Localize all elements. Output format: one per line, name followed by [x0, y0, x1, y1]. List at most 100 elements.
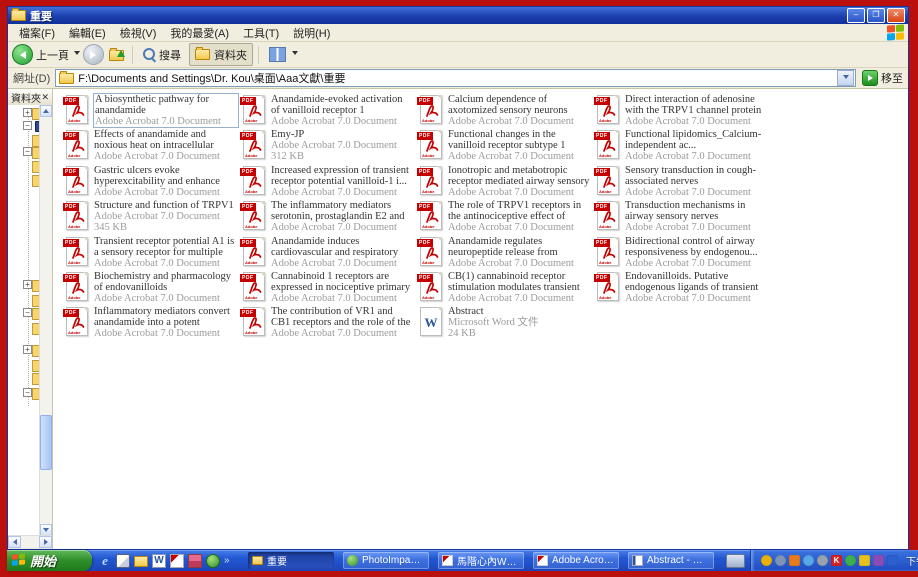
scroll-right-button[interactable] — [39, 536, 52, 548]
file-item[interactable]: PDFAdobeAnandamide regulates neuropeptid… — [417, 236, 593, 271]
file-item[interactable]: PDFAdobeGastric ulcers evoke hyperexcita… — [63, 165, 239, 200]
tree-row[interactable] — [8, 295, 40, 307]
tree-row[interactable]: − — [8, 147, 40, 159]
tree-expander-icon[interactable]: + — [23, 108, 32, 117]
file-item[interactable]: PDFAdobeThe role of TRPV1 receptors in t… — [417, 200, 593, 235]
up-button[interactable] — [107, 46, 127, 63]
taskbar-button[interactable]: 重要 — [248, 552, 334, 569]
search-button[interactable]: 搜尋 — [138, 44, 186, 65]
file-item[interactable]: PDFAdobeIncreased expression of transien… — [240, 165, 416, 200]
tree-row[interactable]: + — [8, 280, 40, 292]
file-item[interactable]: PDFAdobeFunctional changes in the vanill… — [417, 129, 593, 164]
menu-item-4[interactable]: 工具(T) — [236, 24, 286, 42]
tree-row[interactable]: − — [8, 308, 40, 320]
tray-icon[interactable] — [817, 555, 828, 566]
back-button[interactable] — [12, 44, 33, 65]
more-quicklaunch-icon[interactable]: » — [224, 554, 232, 568]
scroll-left-button[interactable] — [8, 536, 21, 548]
tree-row[interactable] — [8, 373, 40, 385]
menu-item-0[interactable]: 檔案(F) — [12, 24, 62, 42]
folders-button[interactable]: 資料夾 — [189, 43, 253, 66]
grid-quicklaunch-icon[interactable] — [188, 554, 202, 568]
close-button[interactable]: ✕ — [887, 8, 905, 23]
tree-row[interactable]: + — [8, 108, 40, 120]
folder-tree[interactable]: + − − + − + − — [8, 105, 40, 536]
file-item[interactable]: PDFAdobeEmy-JPAdobe Acrobat 7.0 Document… — [240, 129, 416, 164]
tree-horizontal-scrollbar[interactable] — [8, 535, 52, 549]
tray-icon[interactable] — [761, 555, 772, 566]
tree-expander-icon[interactable]: + — [23, 280, 32, 289]
tree-expander-icon[interactable]: − — [23, 121, 32, 130]
tray-icon[interactable] — [873, 555, 884, 566]
tree-row[interactable] — [8, 135, 40, 147]
tree-row[interactable]: − — [8, 121, 40, 133]
file-list-area[interactable]: PDFAdobeA biosynthetic pathway for anand… — [53, 89, 908, 549]
restore-button[interactable]: ❐ — [867, 8, 885, 23]
tree-expander-icon[interactable]: − — [23, 147, 32, 156]
taskbar-button[interactable]: Adobe Acroba... — [533, 552, 619, 569]
file-item[interactable]: PDFAdobeDirect interaction of adenosine … — [594, 94, 770, 129]
menu-item-1[interactable]: 編輯(E) — [62, 24, 113, 42]
tray-icon[interactable] — [887, 555, 898, 566]
menu-item-2[interactable]: 檢視(V) — [113, 24, 164, 42]
folders-panel-close-icon[interactable]: ✕ — [41, 92, 49, 103]
tree-vertical-scrollbar[interactable] — [39, 105, 52, 536]
address-input[interactable]: F:\Documents and Settings\Dr. Kou\桌面\Aaa… — [78, 70, 837, 86]
file-item[interactable]: PDFAdobeEffects of anandamide and noxiou… — [63, 129, 239, 164]
scroll-up-button[interactable] — [40, 105, 52, 117]
tray-icon[interactable] — [859, 555, 870, 566]
file-item[interactable]: PDFAdobeThe contribution of VR1 and CB1 … — [240, 306, 416, 341]
taskbar-button[interactable]: Abstract - Mic... — [628, 552, 714, 569]
tree-row[interactable] — [8, 360, 40, 372]
file-item[interactable]: PDFAdobeStructure and function of TRPV1A… — [63, 200, 239, 235]
tree-expander-icon[interactable]: + — [23, 345, 32, 354]
acrobat-quicklaunch-icon[interactable] — [170, 554, 184, 568]
title-bar[interactable]: 重要 – ❐ ✕ — [8, 7, 908, 24]
file-item[interactable]: WAbstractMicrosoft Word 文件24 KB — [417, 306, 593, 341]
taskbar-button[interactable]: PhotoImpact -... — [343, 552, 429, 569]
tray-icon[interactable] — [775, 555, 786, 566]
folder-quicklaunch-icon[interactable] — [134, 556, 148, 567]
address-dropdown-button[interactable] — [837, 70, 854, 86]
tree-row[interactable] — [8, 175, 40, 187]
minimize-button[interactable]: – — [847, 8, 865, 23]
go-button[interactable]: 移至 — [862, 70, 903, 86]
tree-expander-icon[interactable]: − — [23, 388, 32, 397]
file-item[interactable]: PDFAdobeBiochemistry and pharmacology of… — [63, 271, 239, 306]
file-item[interactable]: PDFAdobeCalcium dependence of axotomized… — [417, 94, 593, 129]
file-item[interactable]: PDFAdobeCannabinoid 1 receptors are expr… — [240, 271, 416, 306]
show-desktop-quicklaunch-icon[interactable] — [116, 554, 130, 568]
views-button[interactable] — [264, 44, 303, 65]
file-item[interactable]: PDFAdobeThe inflammatory mediators serot… — [240, 200, 416, 235]
file-item[interactable]: PDFAdobeBidirectional control of airway … — [594, 236, 770, 271]
tray-icon[interactable] — [789, 555, 800, 566]
tree-expander-icon[interactable]: − — [23, 308, 32, 317]
forward-button[interactable] — [83, 44, 104, 65]
tree-row[interactable] — [8, 161, 40, 173]
file-item[interactable]: PDFAdobeSensory transduction in cough-as… — [594, 165, 770, 200]
menu-item-3[interactable]: 我的最愛(A) — [163, 24, 236, 42]
file-item[interactable]: PDFAdobeAnandamide-evoked activation of … — [240, 94, 416, 129]
start-button[interactable]: 開始 — [7, 550, 92, 571]
tray-icon[interactable]: K — [831, 555, 842, 566]
word-quicklaunch-icon[interactable]: W — [152, 554, 166, 568]
scrollbar-thumb[interactable] — [40, 415, 52, 470]
tray-icon[interactable] — [803, 555, 814, 566]
language-bar-icon[interactable] — [726, 554, 745, 568]
file-item[interactable]: PDFAdobeInflammatory mediators convert a… — [63, 306, 239, 341]
taskbar-button[interactable]: 馬階心內Wn... — [438, 552, 524, 569]
back-dropdown-icon[interactable] — [74, 51, 80, 58]
file-item[interactable]: PDFAdobeTransient receptor potential A1 … — [63, 236, 239, 271]
file-item[interactable]: PDFAdobeAnandamide induces cardiovascula… — [240, 236, 416, 271]
tree-row[interactable]: + — [8, 345, 40, 357]
file-item[interactable]: PDFAdobeA biosynthetic pathway for anand… — [63, 94, 239, 129]
file-item[interactable]: PDFAdobeEndovanilloids. Putative endogen… — [594, 271, 770, 306]
file-item[interactable]: PDFAdobeFunctional lipidomics_Calcium-in… — [594, 129, 770, 164]
taskbar-clock[interactable]: 下午 03:44 — [906, 553, 918, 568]
menu-item-5[interactable]: 說明(H) — [286, 24, 337, 42]
address-combo[interactable]: F:\Documents and Settings\Dr. Kou\桌面\Aaa… — [55, 69, 856, 87]
file-item[interactable]: PDFAdobeCB(1) cannabinoid receptor stimu… — [417, 271, 593, 306]
tree-row[interactable]: − — [8, 388, 40, 400]
photoimpact-quicklaunch-icon[interactable] — [206, 554, 220, 568]
tray-icon[interactable] — [845, 555, 856, 566]
